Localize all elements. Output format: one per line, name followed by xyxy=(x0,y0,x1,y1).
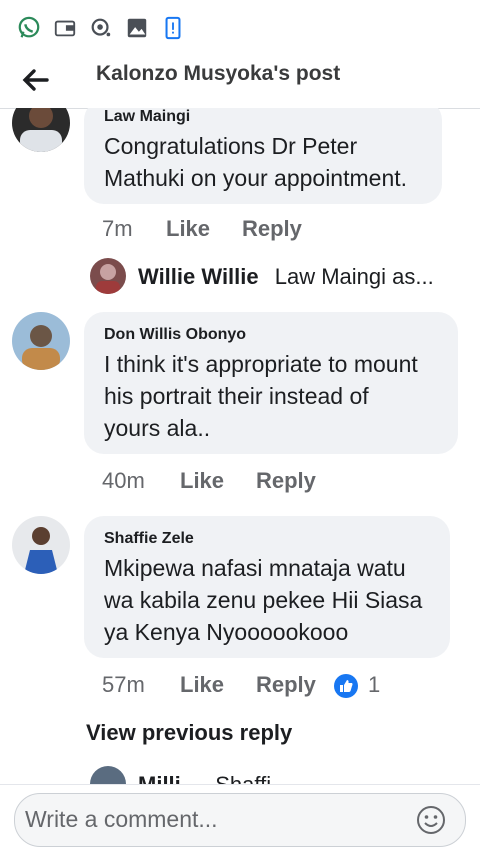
sync-icon xyxy=(91,18,111,37)
reply-button[interactable]: Reply xyxy=(256,468,316,494)
comment-text-line: Congratulations Dr Peter xyxy=(104,133,358,159)
like-button[interactable]: Like xyxy=(180,672,224,698)
gallery-icon xyxy=(127,18,147,38)
comment-text-line: Mkipewa nafasi mnataja watu xyxy=(104,555,406,581)
comment-author[interactable]: Law Maingi xyxy=(104,108,190,126)
reply-preview[interactable]: Willie Willie Law Maingi as... xyxy=(138,264,434,290)
reply-author[interactable]: Willie Willie xyxy=(138,264,259,289)
comments-list[interactable]: Law Maingi Congratulations Dr Peter Math… xyxy=(0,108,480,784)
avatar[interactable] xyxy=(90,258,126,294)
comment-text-line: ya Kenya Nyoooookooo xyxy=(104,619,349,645)
comment-author[interactable]: Shaffie Zele xyxy=(104,530,194,548)
comment-text-line: I think it's appropriate to mount xyxy=(104,351,418,377)
reply-preview[interactable]: Milli... Shaffi... xyxy=(138,772,289,784)
comment-time: 40m xyxy=(102,468,145,493)
phone-icon xyxy=(165,16,181,40)
comment-text-line: his portrait their instead of xyxy=(104,383,369,409)
avatar[interactable] xyxy=(12,312,70,370)
comment-text-line: wa kabila zenu pekee Hii Siasa xyxy=(104,587,423,613)
whatsapp-icon xyxy=(18,16,40,38)
comment-input[interactable]: Write a comment... xyxy=(14,793,466,847)
comment-time: 57m xyxy=(102,672,145,697)
comment-text-line: Mathuki on your appointment. xyxy=(104,165,408,191)
like-thumb-icon[interactable] xyxy=(334,674,358,698)
avatar[interactable] xyxy=(12,108,70,152)
comment-bubble[interactable]: Law Maingi Congratulations Dr Peter Math… xyxy=(84,108,442,204)
comment-text-line: yours ala.. xyxy=(104,415,211,441)
reaction-count: 1 xyxy=(368,672,381,697)
back-arrow-icon[interactable] xyxy=(20,66,50,94)
post-header: Kalonzo Musyoka's post xyxy=(0,52,480,109)
view-previous-reply-link[interactable]: View previous reply xyxy=(86,720,292,746)
page-title: Kalonzo Musyoka's post xyxy=(96,62,341,85)
comment-time: 7m xyxy=(102,216,133,241)
comment-composer: Write a comment... xyxy=(0,784,480,855)
comment-input-placeholder[interactable]: Write a comment... xyxy=(25,806,218,833)
avatar[interactable] xyxy=(90,766,126,784)
status-bar xyxy=(0,0,480,53)
reply-button[interactable]: Reply xyxy=(256,672,316,698)
avatar[interactable] xyxy=(12,516,70,574)
emoji-icon[interactable] xyxy=(415,804,447,836)
like-button[interactable]: Like xyxy=(180,468,224,494)
reply-author[interactable]: Milli... xyxy=(138,772,199,784)
comment-author[interactable]: Don Willis Obonyo xyxy=(104,326,246,344)
reply-snippet: Shaffi... xyxy=(215,772,289,784)
wallet-icon xyxy=(54,20,76,37)
reply-snippet: Law Maingi as... xyxy=(274,264,434,289)
comment-bubble[interactable]: Shaffie Zele Mkipewa nafasi mnataja watu… xyxy=(84,516,450,658)
comment-bubble[interactable]: Don Willis Obonyo I think it's appropria… xyxy=(84,312,458,454)
like-button[interactable]: Like xyxy=(166,216,210,242)
reply-button[interactable]: Reply xyxy=(242,216,302,242)
